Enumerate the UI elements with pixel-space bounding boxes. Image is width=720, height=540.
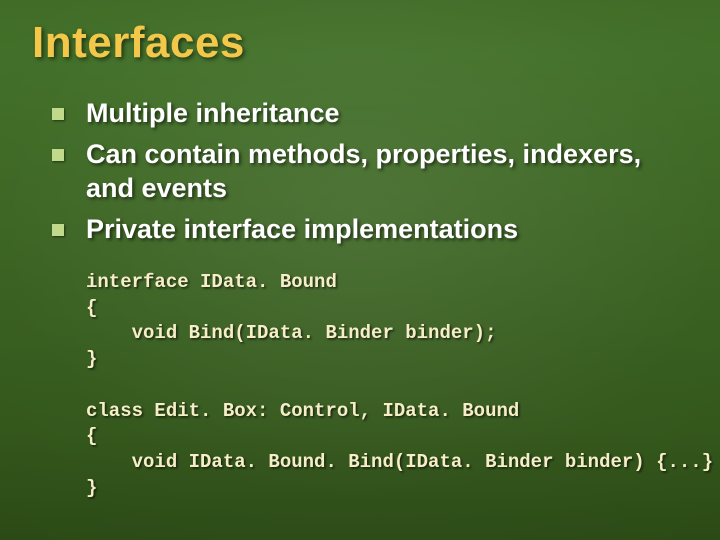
slide: Interfaces Multiple inheritance Can cont…	[0, 0, 720, 540]
code-line: {	[86, 425, 97, 447]
list-item: Multiple inheritance	[52, 96, 692, 131]
bullet-text: Can contain methods, properties, indexer…	[86, 137, 692, 206]
code-line: void Bind(IData. Binder binder);	[86, 322, 496, 344]
bullet-square-icon	[52, 149, 64, 161]
code-block-interface: interface IData. Bound { void Bind(IData…	[86, 270, 692, 373]
code-line: }	[86, 477, 97, 499]
bullet-text: Private interface implementations	[86, 212, 518, 247]
bullet-square-icon	[52, 224, 64, 236]
bullet-list: Multiple inheritance Can contain methods…	[52, 96, 692, 246]
page-title: Interfaces	[32, 18, 692, 68]
code-line: class Edit. Box: Control, IData. Bound	[86, 400, 519, 422]
bullet-square-icon	[52, 108, 64, 120]
code-line: }	[86, 348, 97, 370]
code-block-class: class Edit. Box: Control, IData. Bound {…	[86, 399, 692, 502]
code-line: interface IData. Bound	[86, 271, 337, 293]
list-item: Can contain methods, properties, indexer…	[52, 137, 692, 206]
bullet-text: Multiple inheritance	[86, 96, 340, 131]
code-line: void IData. Bound. Bind(IData. Binder bi…	[86, 451, 713, 473]
list-item: Private interface implementations	[52, 212, 692, 247]
code-line: {	[86, 297, 97, 319]
